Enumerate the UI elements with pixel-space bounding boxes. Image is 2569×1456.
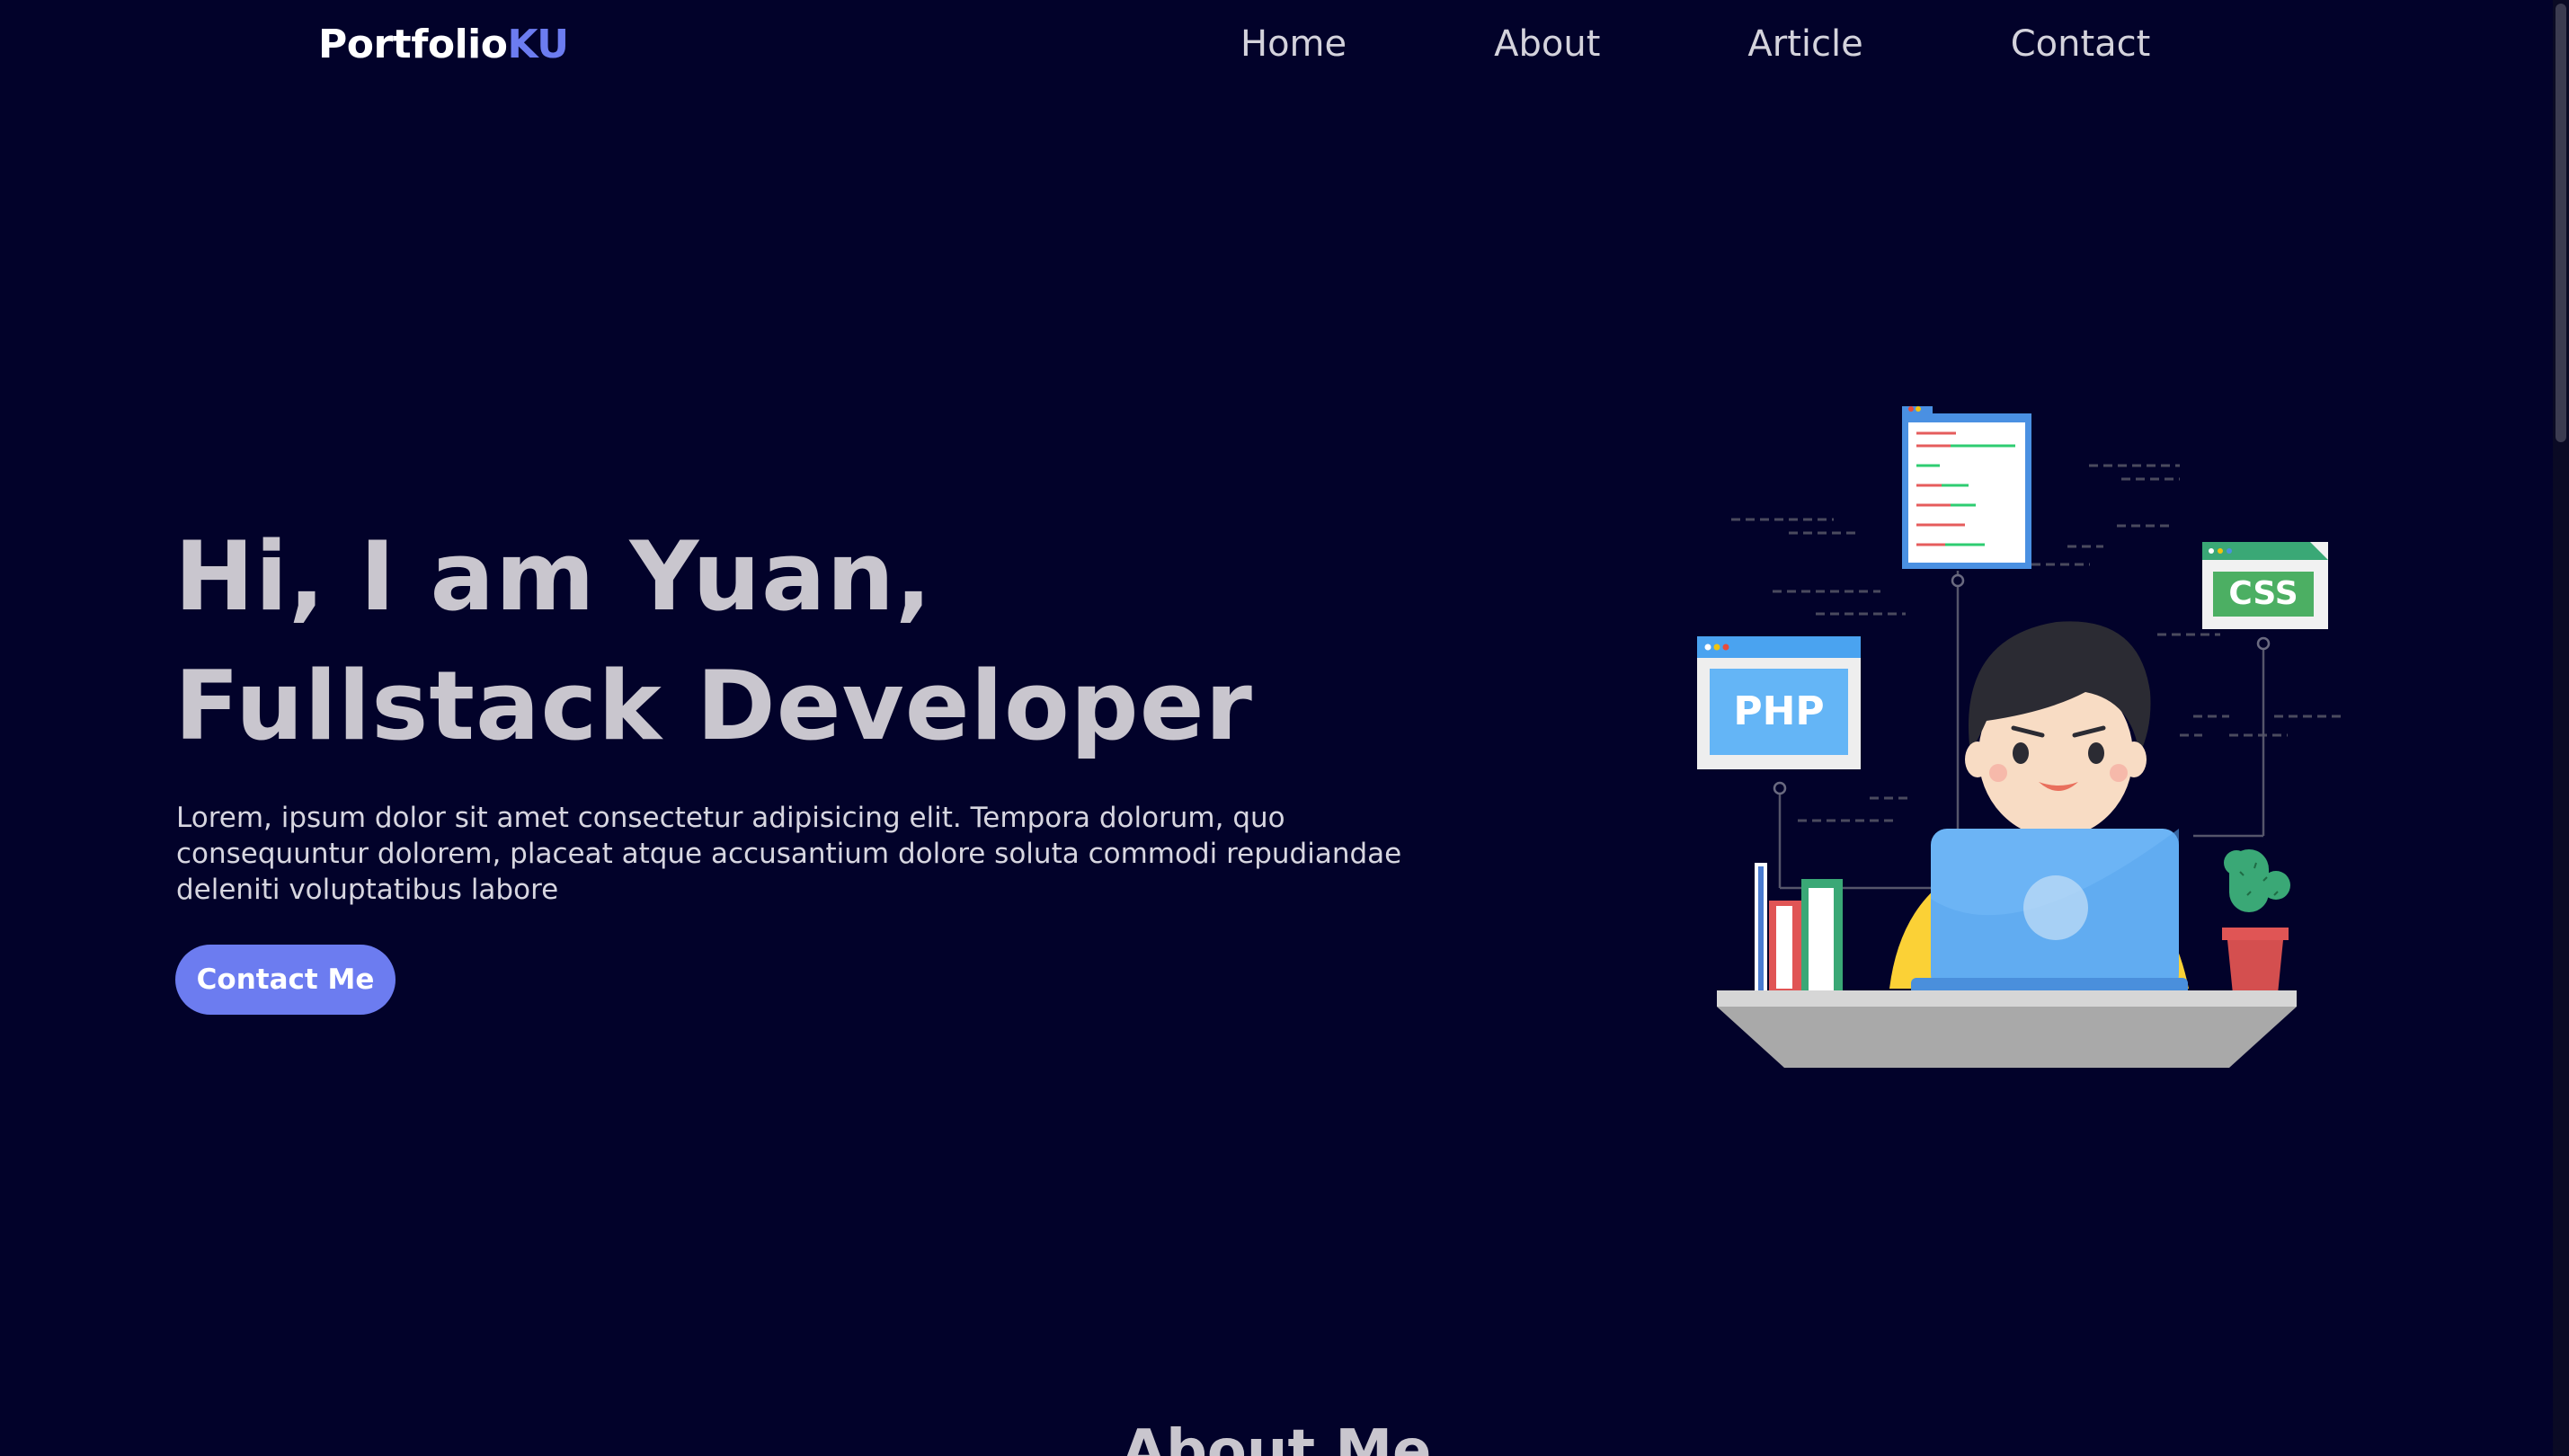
hero-title-line2: Fullstack Developer [174,651,1253,761]
brand-name: Portfolio [318,22,508,67]
nav-links: Home About Article Contact [1240,23,2150,65]
developer-illustration: CSS PHP [1697,406,2342,1068]
nav-link-contact[interactable]: Contact [2011,23,2151,65]
desk-surface [1717,990,2297,1068]
hero-title-line1: Hi, I am Yuan, [174,521,933,632]
nav-link-article[interactable]: Article [1747,23,1862,65]
css-label: CSS [2228,575,2298,612]
scrollbar-thumb[interactable] [2556,4,2566,442]
hero-title: Hi, I am Yuan, Fullstack Developer [174,512,1253,771]
hero-description: Lorem, ipsum dolor sit amet consectetur … [176,802,1402,906]
about-section-title: About Me [1121,1418,1432,1456]
php-label: PHP [1733,688,1824,734]
contact-me-button[interactable]: Contact Me [175,945,396,1015]
cactus-icon [2222,849,2290,994]
page: PortfolioKU Home About Article Contact H… [0,0,2569,1456]
php-window-icon: PHP [1697,636,1861,769]
navbar: PortfolioKU Home About Article Contact [0,0,2553,94]
brand-name-accent: KU [507,22,569,67]
nav-link-home[interactable]: Home [1240,23,1347,65]
laptop-icon [1911,829,2188,998]
nav-link-about[interactable]: About [1494,23,1600,65]
code-document-icon [1902,406,2031,569]
scrollbar[interactable] [2553,0,2569,1456]
brand-logo[interactable]: PortfolioKU [318,22,569,67]
books-icon [1755,863,1843,994]
css-window-icon: CSS [2202,542,2328,629]
